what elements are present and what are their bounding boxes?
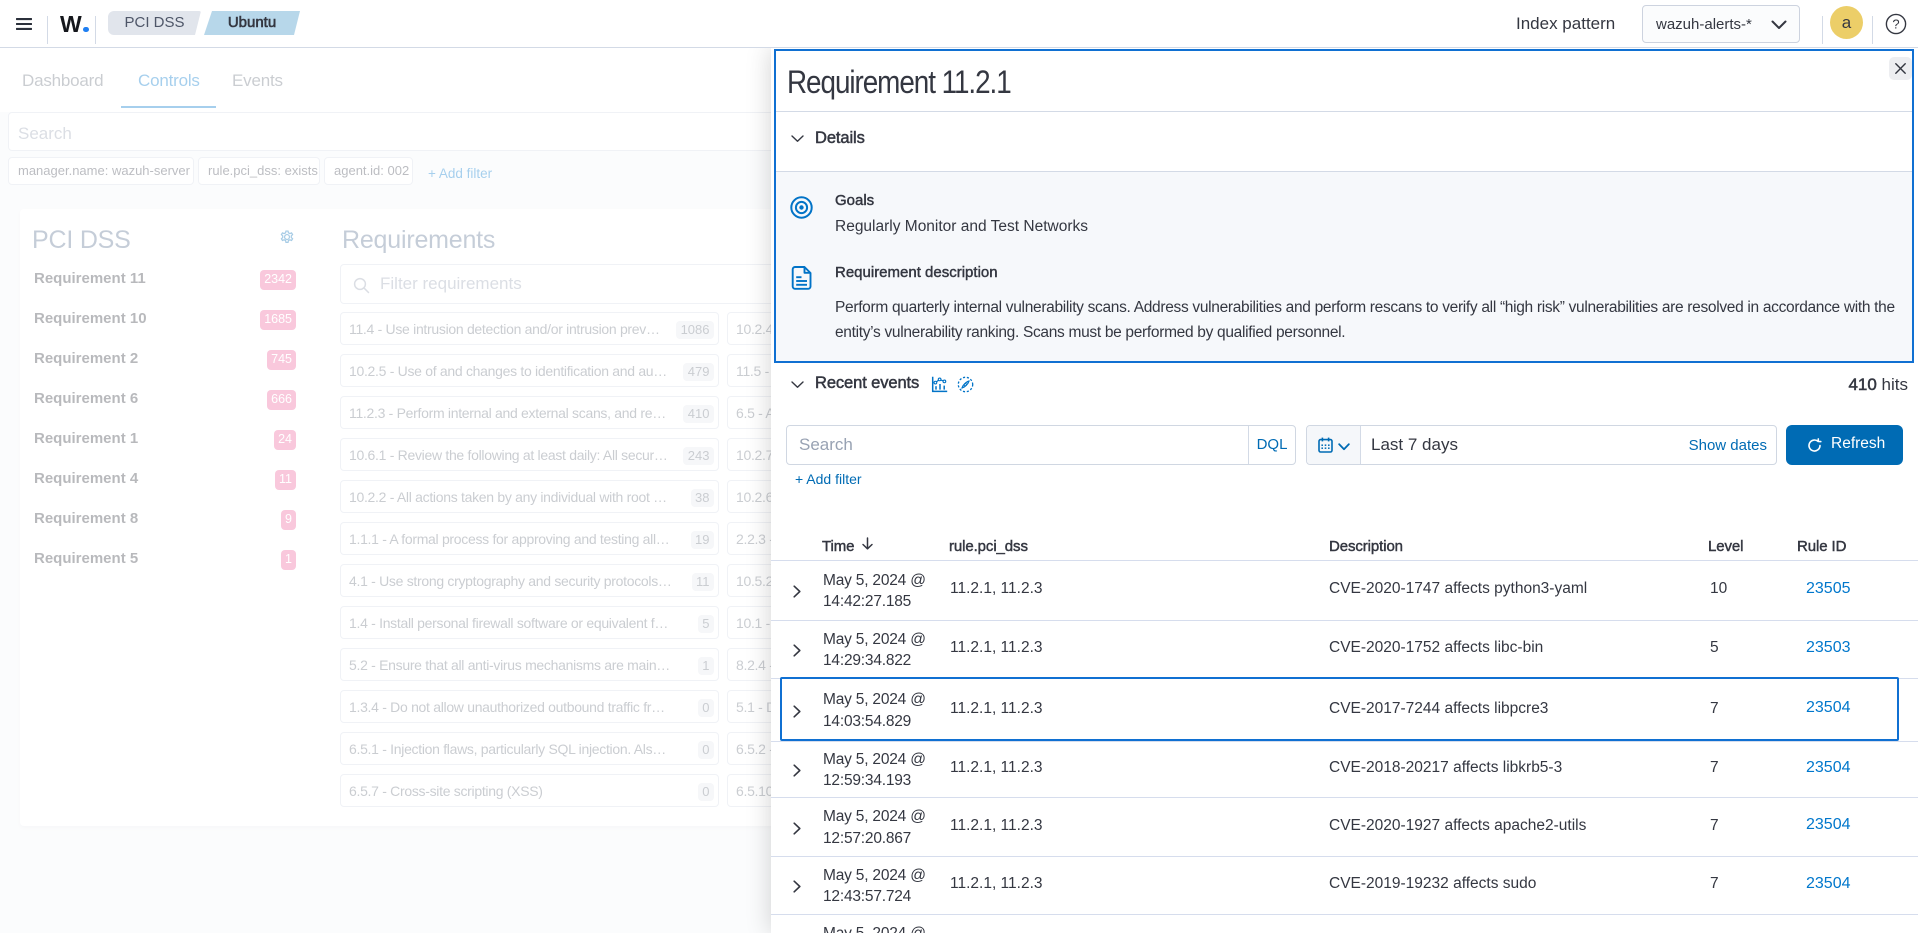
svg-text:?: ?	[1892, 17, 1899, 32]
